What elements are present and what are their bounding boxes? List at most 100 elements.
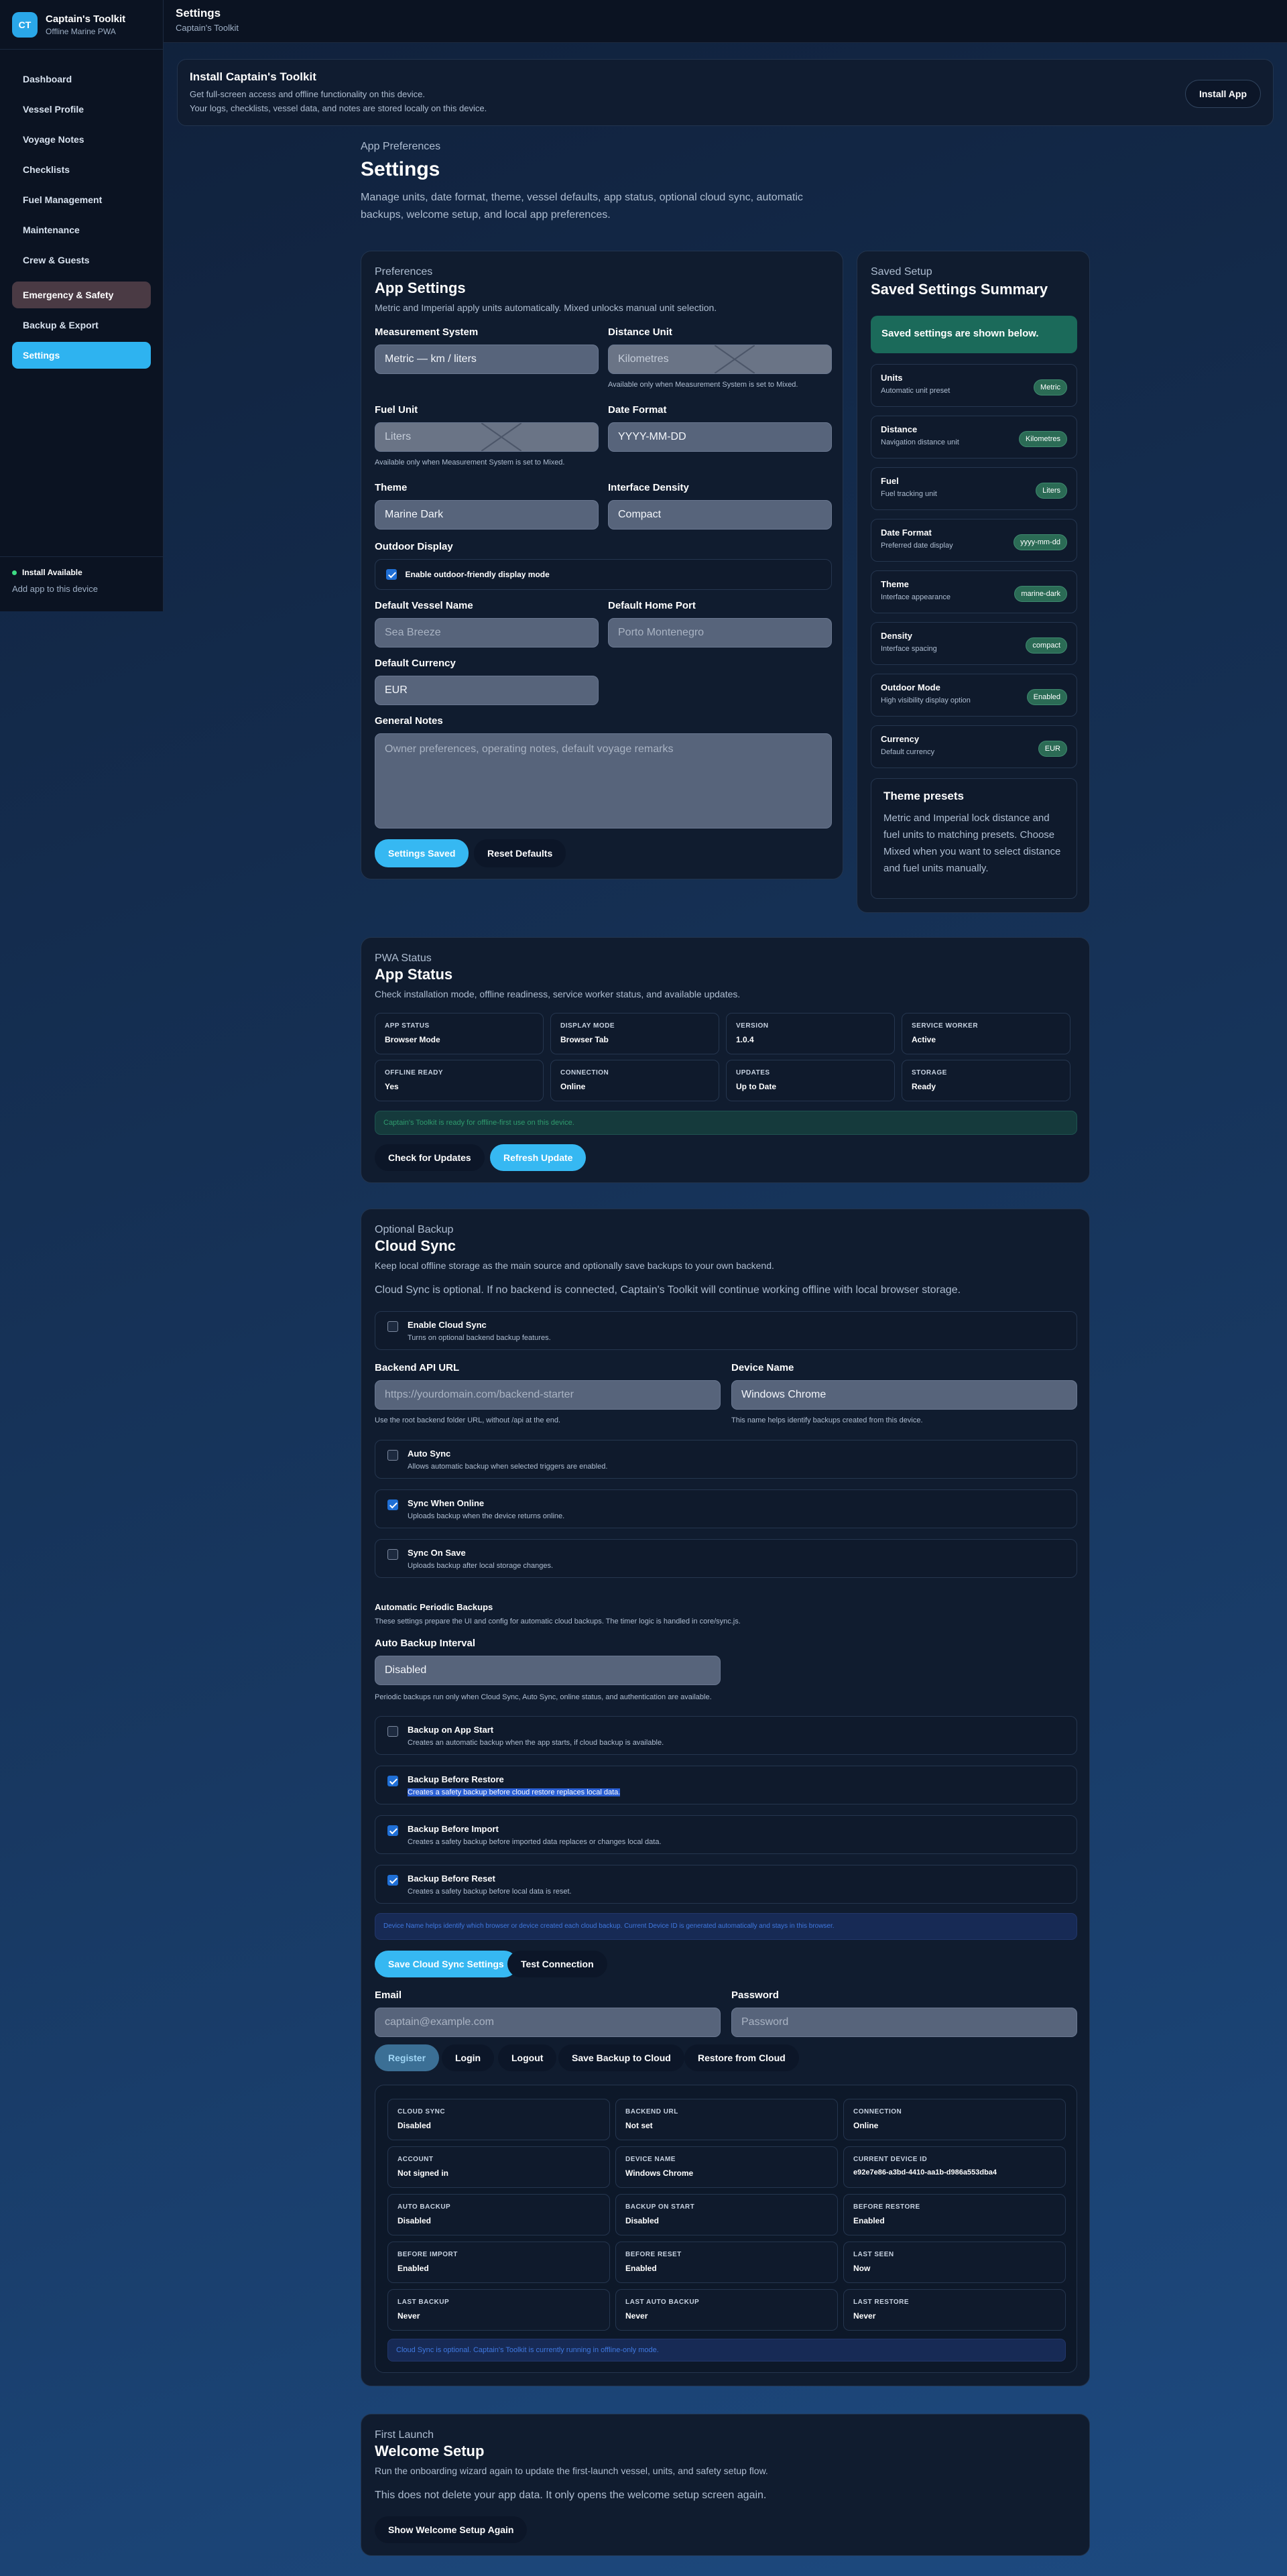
card-title: App Status	[375, 966, 453, 983]
card-description: Run the onboarding wizard again to updat…	[375, 2465, 768, 2476]
install-app-button[interactable]: Install App	[1184, 80, 1261, 108]
backup-before-reset-checkbox[interactable]	[387, 1875, 398, 1886]
stat-key: LAST BACKUP	[397, 2298, 450, 2306]
auto-sync-checkbox[interactable]	[387, 1450, 398, 1461]
register-button[interactable]: Register	[375, 2044, 440, 2071]
sidebar-item-voyage-notes[interactable]: Voyage Notes	[12, 126, 151, 153]
backup-before-import-checkbox[interactable]	[387, 1825, 398, 1836]
status-tile: OFFLINE READY Yes	[375, 1060, 544, 1101]
app-logo: CT	[12, 11, 38, 38]
card-eyebrow: PWA Status	[375, 953, 432, 964]
home-port-input[interactable]: Porto Montenegro	[608, 618, 832, 648]
save-cloud-sync-button[interactable]: Save Cloud Sync Settings	[375, 1951, 517, 1977]
summary-badge: EUR	[1038, 741, 1067, 757]
enable-cloud-sync-checkbox[interactable]	[387, 1321, 398, 1332]
status-tile: DEVICE NAME Windows Chrome	[615, 2146, 838, 2188]
stat-key: DISPLAY MODE	[560, 1022, 615, 1030]
stat-value: Enabled	[625, 2264, 657, 2273]
page-header: App Preferences Settings Manage units, d…	[361, 141, 830, 224]
logout-button[interactable]: Logout	[498, 2044, 557, 2071]
save-backup-to-cloud-button[interactable]: Save Backup to Cloud	[558, 2044, 684, 2071]
summary-title: Currency	[881, 734, 920, 744]
sync-on-save-row[interactable]: Sync On Save Uploads backup after local s…	[375, 1539, 1077, 1578]
outdoor-toggle[interactable]: Enable outdoor-friendly display mode	[375, 559, 832, 590]
option-title: Backup Before Reset	[408, 1874, 495, 1884]
outdoor-checkbox[interactable]	[386, 568, 397, 580]
sync-on-save-checkbox[interactable]	[387, 1549, 398, 1560]
date-format-select[interactable]: YYYY-MM-DD	[608, 422, 832, 452]
backup-before-restore-row[interactable]: Backup Before Restore Creates a safety ba…	[375, 1766, 1077, 1804]
interval-select[interactable]: Disabled	[375, 1656, 721, 1685]
card-eyebrow: Saved Setup	[871, 266, 932, 278]
password-label: Password	[731, 1989, 779, 2001]
login-button[interactable]: Login	[442, 2044, 495, 2071]
sidebar-item-maintenance[interactable]: Maintenance	[12, 217, 151, 243]
notes-textarea[interactable]: Owner preferences, operating notes, defa…	[375, 733, 832, 829]
backup-on-start-row[interactable]: Backup on App Start Creates an automatic …	[375, 1716, 1077, 1755]
auto-sync-row[interactable]: Auto Sync Allows automatic backup when se…	[375, 1440, 1077, 1479]
sync-when-online-checkbox[interactable]	[387, 1499, 398, 1510]
stat-key: APP STATUS	[385, 1022, 430, 1030]
email-input[interactable]: captain@example.com	[375, 2008, 721, 2037]
app-settings-card: Preferences App Settings Metric and Impe…	[361, 251, 843, 879]
enable-cloud-sync-row[interactable]: Enable Cloud Sync Turns on optional backe…	[375, 1311, 1077, 1350]
sidebar-item-settings[interactable]: Settings	[12, 342, 151, 369]
fuel-select[interactable]: Liters	[375, 422, 599, 452]
sync-when-online-row[interactable]: Sync When Online Uploads backup when the …	[375, 1489, 1077, 1528]
density-select[interactable]: Compact	[608, 500, 832, 530]
stat-key: BEFORE RESTORE	[853, 2203, 920, 2211]
install-available[interactable]: Install Available	[12, 568, 151, 577]
option-title: Backup Before Import	[408, 1824, 499, 1834]
card-description: Keep local offline storage as the main s…	[375, 1260, 774, 1271]
stat-key: BEFORE RESET	[625, 2251, 682, 2258]
password-input[interactable]: Password	[731, 2008, 1077, 2037]
stat-value: Disabled	[625, 2216, 660, 2225]
measurement-label: Measurement System	[375, 326, 479, 338]
cloud-status-panel: CLOUD SYNC Disabled BACKEND URL Not set CO…	[375, 2085, 1077, 2373]
test-connection-button[interactable]: Test Connection	[507, 1951, 607, 1977]
summary-item-outdoor-mode: Outdoor Mode High visibility display opt…	[871, 674, 1077, 717]
stat-key: DEVICE NAME	[625, 2156, 676, 2163]
show-welcome-setup-button[interactable]: Show Welcome Setup Again	[375, 2516, 528, 2543]
sidebar-item-backup-export[interactable]: Backup & Export	[12, 312, 151, 339]
stat-key: CONNECTION	[560, 1069, 609, 1077]
api-url-input[interactable]: https://yourdomain.com/backend-starter	[375, 1380, 721, 1410]
status-tile: ACCOUNT Not signed in	[387, 2146, 610, 2188]
currency-select[interactable]: EUR	[375, 676, 599, 705]
restore-from-cloud-button[interactable]: Restore from Cloud	[684, 2044, 799, 2071]
stat-value: Never	[853, 2311, 876, 2321]
device-name-input[interactable]: Windows Chrome	[731, 1380, 1077, 1410]
sidebar-item-crew-guests[interactable]: Crew & Guests	[12, 247, 151, 273]
measurement-select[interactable]: Metric — km / liters	[375, 345, 599, 374]
backup-before-import-row[interactable]: Backup Before Import Creates a safety bac…	[375, 1815, 1077, 1854]
vessel-name-input[interactable]: Sea Breeze	[375, 618, 599, 648]
backup-before-restore-checkbox[interactable]	[387, 1776, 398, 1786]
distance-select[interactable]: Kilometres	[608, 345, 832, 374]
install-banner-text: Get full-screen access and offline funct…	[190, 89, 425, 99]
presets-title: Theme presets	[883, 790, 964, 802]
stat-key: CLOUD SYNC	[397, 2108, 446, 2115]
stat-key: CONNECTION	[853, 2108, 902, 2115]
email-label: Email	[375, 1989, 402, 2001]
refresh-update-button[interactable]: Refresh Update	[490, 1144, 587, 1171]
theme-select[interactable]: Marine Dark	[375, 500, 599, 530]
sidebar-item-vessel-profile[interactable]: Vessel Profile	[12, 96, 151, 123]
disabled-cross-icon	[481, 423, 522, 451]
card-title: Cloud Sync	[375, 1237, 456, 1254]
settings-saved-button[interactable]: Settings Saved	[375, 839, 469, 867]
sidebar-item-dashboard[interactable]: Dashboard	[12, 66, 151, 93]
check-updates-button[interactable]: Check for Updates	[375, 1144, 485, 1171]
backup-before-reset-row[interactable]: Backup Before Reset Creates a safety back…	[375, 1865, 1077, 1904]
backup-on-start-checkbox[interactable]	[387, 1726, 398, 1737]
brand[interactable]: CT Captain's Toolkit Offline Marine PWA	[0, 0, 163, 50]
summary-card: Saved Setup Saved Settings Summary Saved…	[857, 251, 1090, 913]
reset-defaults-button[interactable]: Reset Defaults	[474, 839, 566, 867]
sidebar-item-checklists[interactable]: Checklists	[12, 156, 151, 183]
stat-value: Active	[912, 1035, 936, 1044]
home-port-label: Default Home Port	[608, 600, 696, 611]
theme-label: Theme	[375, 482, 408, 493]
status-tile: AUTO BACKUP Disabled	[387, 2194, 610, 2235]
sidebar-item-emergency-safety[interactable]: Emergency & Safety	[12, 282, 151, 308]
status-tile: BEFORE IMPORT Enabled	[387, 2242, 610, 2283]
sidebar-item-fuel-management[interactable]: Fuel Management	[12, 186, 151, 213]
